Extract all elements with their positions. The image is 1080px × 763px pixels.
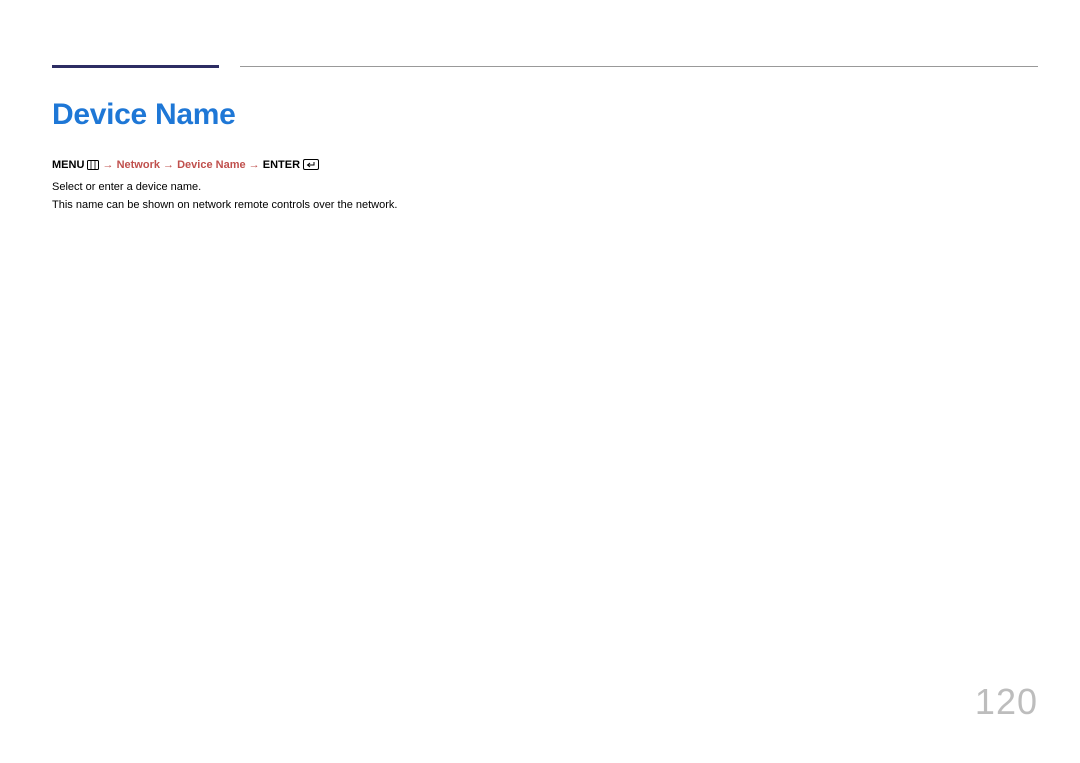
section-heading: Device Name xyxy=(52,98,1028,132)
enter-key-icon xyxy=(303,159,319,175)
page-container: Device Name MENU → Network → Device Name… xyxy=(0,0,1080,763)
page-number: 120 xyxy=(975,681,1038,723)
breadcrumb-device-name: Device Name xyxy=(177,159,246,171)
header-rule-bold xyxy=(52,65,219,68)
arrow-3: → xyxy=(249,159,263,171)
arrow-2: → xyxy=(163,159,177,171)
arrow-1: → xyxy=(103,159,117,171)
enter-label: ENTER xyxy=(263,159,300,171)
body-line-1: Select or enter a device name. xyxy=(52,181,1028,193)
body-line-2: This name can be shown on network remote… xyxy=(52,199,1028,211)
header-rule-thin xyxy=(240,66,1038,67)
breadcrumb-network: Network xyxy=(117,159,160,171)
menu-grid-icon xyxy=(87,160,99,175)
menu-path-breadcrumb: MENU → Network → Device Name → ENTER xyxy=(52,158,1028,175)
menu-label: MENU xyxy=(52,159,84,171)
